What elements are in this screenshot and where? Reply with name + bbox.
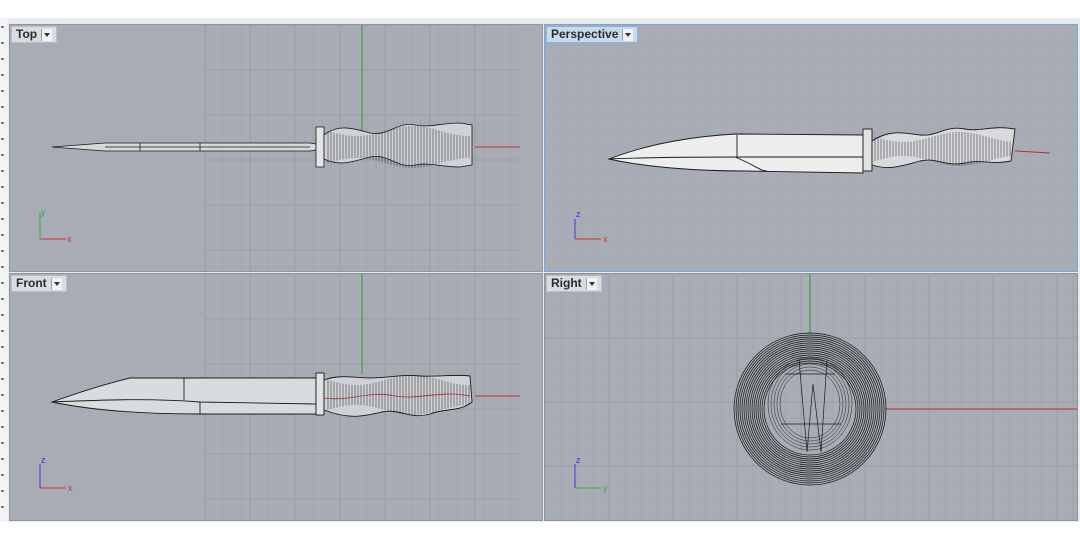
- gizmo-x-label: x: [67, 234, 72, 244]
- knife-model-perspective[interactable]: [607, 127, 1016, 174]
- perspective-view-canvas[interactable]: x z: [545, 25, 1077, 271]
- dropdown-arrow-icon[interactable]: [622, 28, 634, 41]
- gizmo-z-label: z: [41, 455, 46, 465]
- world-x-axis-line: [1014, 150, 1051, 154]
- gizmo-y-label: y: [603, 483, 608, 493]
- viewport-title-top[interactable]: Top: [11, 26, 58, 43]
- axis-gizmo-icon: x z: [39, 455, 73, 493]
- app-window: x y Top x z Perspective x z Front y z Ri…: [0, 18, 1080, 522]
- gizmo-x-label: x: [603, 234, 608, 244]
- viewport-title-front[interactable]: Front: [11, 275, 67, 292]
- viewport-title-perspective[interactable]: Perspective: [546, 26, 639, 43]
- axis-gizmo-icon: y z: [574, 455, 608, 493]
- dropdown-arrow-icon[interactable]: [50, 277, 62, 290]
- front-view-canvas[interactable]: x z: [10, 274, 542, 520]
- dropdown-arrow-icon[interactable]: [585, 277, 597, 290]
- viewport-title-text: Front: [16, 276, 47, 290]
- axis-gizmo-icon: x y: [39, 207, 72, 244]
- viewport-title-right[interactable]: Right: [546, 275, 602, 292]
- viewport-front[interactable]: x z Front: [9, 273, 543, 521]
- left-toolbar-edge: [0, 18, 8, 522]
- knife-model-top[interactable]: [51, 122, 473, 168]
- gizmo-z-label: z: [576, 455, 581, 465]
- viewport-top[interactable]: x y Top: [9, 24, 543, 272]
- gizmo-y-label: y: [41, 207, 46, 217]
- gizmo-x-label: x: [68, 483, 73, 493]
- viewport-title-text: Top: [16, 27, 38, 41]
- viewport-right[interactable]: y z Right: [544, 273, 1078, 521]
- top-view-canvas[interactable]: x y: [10, 25, 542, 271]
- viewport-title-text: Perspective: [551, 27, 619, 41]
- gizmo-z-label: z: [576, 209, 581, 219]
- knife-model-front[interactable]: [50, 372, 473, 417]
- knife-model-right[interactable]: [733, 332, 887, 486]
- right-view-canvas[interactable]: y z: [545, 274, 1077, 520]
- axis-gizmo-icon: x z: [574, 209, 608, 244]
- viewport-perspective[interactable]: x z Perspective: [544, 24, 1078, 272]
- dropdown-arrow-icon[interactable]: [41, 28, 53, 41]
- viewport-title-text: Right: [551, 276, 582, 290]
